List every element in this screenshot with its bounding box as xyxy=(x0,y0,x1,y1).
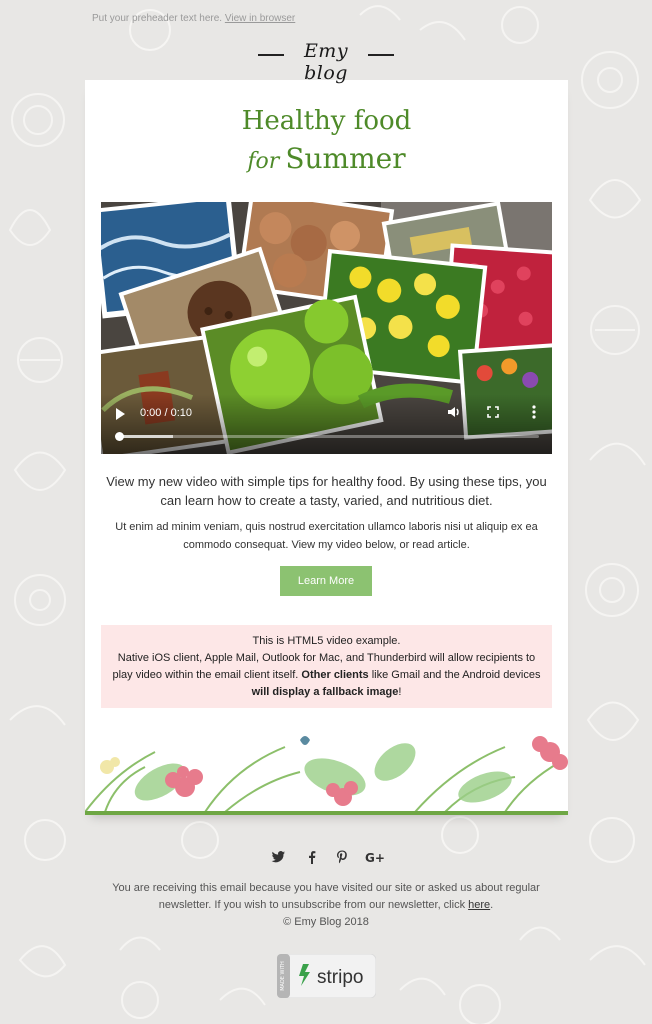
more-vertical-icon[interactable] xyxy=(526,404,542,420)
notice-title: This is HTML5 video example. xyxy=(252,635,401,647)
intro-paragraph: View my new video with simple tips for h… xyxy=(106,474,547,508)
video-player[interactable]: 0:00 / 0:10 xyxy=(101,202,552,454)
pinterest-icon[interactable] xyxy=(334,849,354,869)
video-time: 0:00 / 0:10 xyxy=(140,407,192,419)
fullscreen-icon[interactable] xyxy=(485,404,501,420)
logo-line-left xyxy=(258,54,284,56)
volume-icon[interactable] xyxy=(446,404,462,420)
unsubscribe-link[interactable]: here xyxy=(468,899,490,911)
heading-summer: Summer xyxy=(285,142,406,175)
heading-line2: for Summer xyxy=(85,142,568,175)
logo-line-right xyxy=(368,54,394,56)
logo-text: Emy blog xyxy=(303,40,349,84)
view-in-browser-link[interactable]: View in browser xyxy=(225,13,295,24)
video-controls-bar xyxy=(101,394,552,454)
preheader-text: Put your preheader text here. xyxy=(92,13,223,24)
learn-more-button[interactable]: Learn More xyxy=(280,566,372,596)
twitter-icon[interactable] xyxy=(270,849,290,869)
stripo-badge[interactable]: MADE WITH stripo xyxy=(277,954,376,998)
video-buffer-fill xyxy=(119,435,173,438)
video-progress-knob[interactable] xyxy=(115,432,124,441)
facebook-icon[interactable] xyxy=(304,849,324,869)
email-card: Healthy food for Summer 0:00 / 0:10 View… xyxy=(85,80,568,815)
play-icon[interactable] xyxy=(116,408,125,420)
floral-banner xyxy=(85,736,568,813)
heading-for: for xyxy=(247,149,280,174)
body-paragraph: Ut enim ad minim veniam, quis nostrud ex… xyxy=(115,521,538,551)
green-divider xyxy=(85,811,568,815)
notice-bold-b: will display a fallback image xyxy=(251,686,399,698)
heading-line1: Healthy food xyxy=(241,106,412,136)
notice-body: Native iOS client, Apple Mail, Outlook f… xyxy=(111,650,542,701)
google-plus-icon[interactable]: G+ xyxy=(365,849,385,869)
video-progress-track[interactable] xyxy=(119,435,539,438)
notice-bold-a: Other clients xyxy=(301,669,369,681)
html5-notice: This is HTML5 video example. Native iOS … xyxy=(101,625,552,708)
svg-text:G+: G+ xyxy=(365,851,385,865)
stripo-label: stripo xyxy=(317,967,363,988)
social-links: G+ xyxy=(270,849,386,869)
footer: You are receiving this email because you… xyxy=(86,880,566,931)
preheader: Put your preheader text here. View in br… xyxy=(92,13,295,24)
badge-side-text: MADE WITH xyxy=(280,961,286,991)
notice-text-b: like Gmail and the Android devices xyxy=(368,669,541,681)
footer-period: . xyxy=(490,899,494,911)
logo[interactable]: Emy blog xyxy=(258,40,394,84)
copyright: © Emy Blog 2018 xyxy=(283,916,369,928)
notice-text-c: ! xyxy=(398,686,402,698)
